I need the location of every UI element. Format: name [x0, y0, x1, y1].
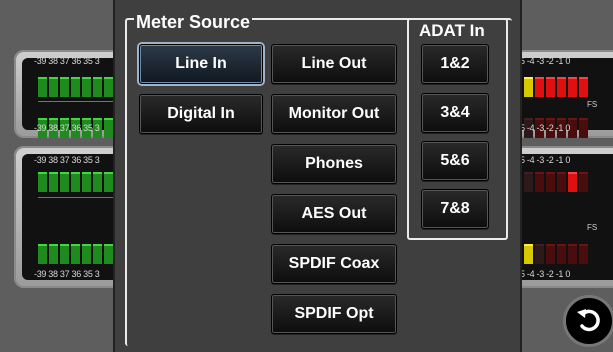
monitor-out-button[interactable]: Monitor Out	[271, 94, 397, 134]
adat-7-8-button[interactable]: 7&8	[421, 189, 489, 229]
meter-bar-right-4	[524, 244, 588, 264]
aes-out-button[interactable]: AES Out	[271, 194, 397, 234]
phones-button[interactable]: Phones	[271, 144, 397, 184]
meter-divider	[38, 197, 113, 198]
meter-scale-right: 5 -4 -3 -2 -1 0	[520, 269, 571, 279]
meter-bar-left-4	[38, 244, 113, 264]
meter-scale-right: 5 -4 -3 -2 -1 0	[520, 155, 571, 165]
meter-scale-right: 5 -4 -3 -2 -1 0	[520, 56, 571, 66]
back-button[interactable]	[563, 295, 613, 347]
line-in-button[interactable]: Line In	[139, 44, 263, 84]
meter-scale-left: -39 38 37 36 35 3	[34, 269, 100, 279]
adat-1-2-button[interactable]: 1&2	[421, 44, 489, 84]
meter-bar-right-1	[524, 77, 588, 97]
dialog-title: Meter Source	[134, 12, 253, 32]
meter-divider	[38, 101, 113, 102]
meter-scale-left: -39 38 37 36 35 3	[34, 123, 100, 133]
meter-bar-right-3	[524, 172, 588, 192]
adat-3-4-button[interactable]: 3&4	[421, 93, 489, 133]
return-arrow-icon	[577, 309, 600, 332]
meter-bar-left-3	[38, 172, 113, 192]
meter-scale-right: 5 -4 -3 -2 -1 0	[520, 123, 571, 133]
adat-5-6-button[interactable]: 5&6	[421, 141, 489, 181]
spdif-coax-button[interactable]: SPDIF Coax	[271, 244, 397, 284]
spdif-opt-button[interactable]: SPDIF Opt	[271, 294, 397, 334]
line-out-button[interactable]: Line Out	[271, 44, 397, 84]
meter-source-dialog: Meter Source Line In Line Out Digital In…	[113, 0, 522, 352]
fs-label: FS	[587, 100, 598, 109]
fs-label: FS	[587, 223, 598, 232]
meter-bar-left-1	[38, 77, 113, 97]
meter-scale-left: -39 38 37 36 35 3	[34, 56, 100, 66]
meter-scale-left: -39 38 37 36 35 3	[34, 155, 100, 165]
digital-in-button[interactable]: Digital In	[139, 94, 263, 134]
adat-title: ADAT In	[417, 21, 487, 40]
